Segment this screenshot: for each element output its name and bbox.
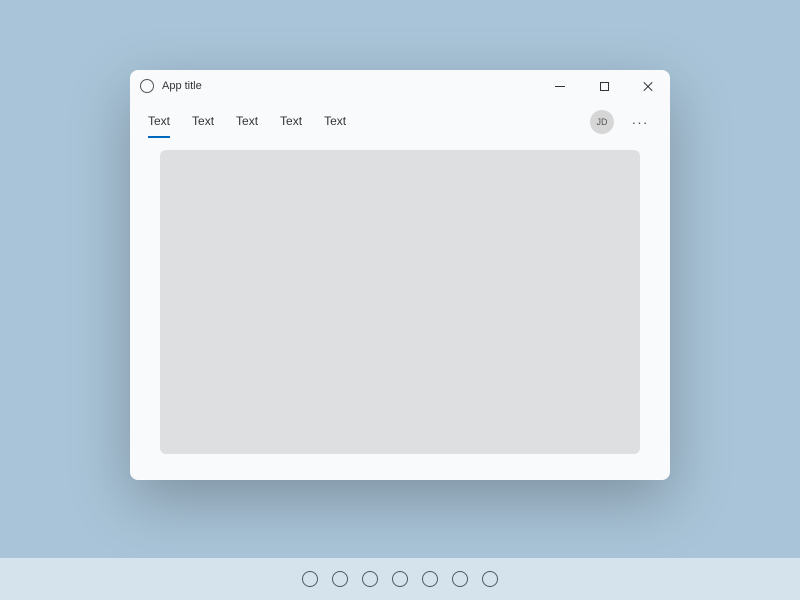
app-title: App title xyxy=(162,80,538,92)
tab-3[interactable]: Text xyxy=(280,106,302,138)
close-icon xyxy=(642,80,654,92)
more-button[interactable]: ··· xyxy=(628,110,652,134)
app-icon xyxy=(140,79,154,93)
tab-2[interactable]: Text xyxy=(236,106,258,138)
maximize-icon xyxy=(600,82,609,91)
taskbar-icon-3[interactable] xyxy=(392,571,408,587)
tab-1[interactable]: Text xyxy=(192,106,214,138)
app-window: App title Text Text Text Text Text JD ··… xyxy=(130,70,670,480)
taskbar-icon-0[interactable] xyxy=(302,571,318,587)
more-icon: ··· xyxy=(632,114,649,130)
user-avatar[interactable]: JD xyxy=(590,110,614,134)
taskbar-icon-2[interactable] xyxy=(362,571,378,587)
minimize-icon xyxy=(555,86,565,87)
content-area xyxy=(130,142,670,480)
minimize-button[interactable] xyxy=(538,70,582,102)
taskbar-icon-5[interactable] xyxy=(452,571,468,587)
window-controls xyxy=(538,70,670,102)
tab-0[interactable]: Text xyxy=(148,106,170,138)
close-button[interactable] xyxy=(626,70,670,102)
tab-bar: Text Text Text Text Text JD ··· xyxy=(130,102,670,142)
taskbar-icon-1[interactable] xyxy=(332,571,348,587)
tab-4[interactable]: Text xyxy=(324,106,346,138)
taskbar-icon-6[interactable] xyxy=(482,571,498,587)
taskbar xyxy=(0,558,800,600)
titlebar: App title xyxy=(130,70,670,102)
taskbar-icon-4[interactable] xyxy=(422,571,438,587)
maximize-button[interactable] xyxy=(582,70,626,102)
content-placeholder xyxy=(160,150,640,454)
